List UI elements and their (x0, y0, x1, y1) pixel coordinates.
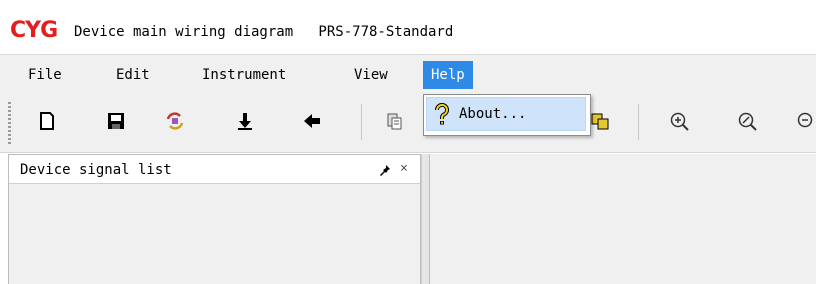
back-icon[interactable] (301, 110, 323, 132)
toolbar-separator (361, 104, 362, 140)
device-signal-panel: Device signal list × (8, 154, 421, 284)
zoom-in-icon[interactable] (668, 110, 690, 132)
help-menu-dropdown: About... (423, 94, 591, 136)
toolbar-grip[interactable] (8, 102, 11, 144)
about-label: About... (459, 106, 527, 122)
window-title: Device main wiring diagram PRS-778-Stand… (74, 24, 454, 40)
menu-help[interactable]: Help (423, 61, 473, 89)
refresh-icon[interactable] (164, 110, 186, 132)
app-logo: CYG (10, 18, 58, 43)
toolbar-separator (638, 104, 639, 140)
help-question-icon (433, 102, 451, 125)
zoom-out-icon[interactable] (736, 110, 758, 132)
pin-icon[interactable] (379, 164, 391, 176)
toolbar (0, 94, 816, 153)
paste-icon[interactable] (590, 110, 612, 132)
copy-icon[interactable] (383, 110, 405, 132)
new-file-icon[interactable] (36, 110, 58, 132)
panel-header: Device signal list × (9, 155, 420, 184)
close-icon[interactable]: × (400, 158, 408, 180)
menu-item-about[interactable]: About... (426, 97, 586, 131)
menu-view[interactable]: View (346, 61, 396, 89)
panel-splitter[interactable] (421, 154, 429, 284)
diagram-canvas[interactable] (429, 154, 816, 284)
menu-instrument[interactable]: Instrument (194, 61, 294, 89)
download-icon[interactable] (234, 110, 256, 132)
save-icon[interactable] (105, 110, 127, 132)
menu-edit[interactable]: Edit (108, 61, 158, 89)
panel-title: Device signal list (20, 162, 172, 178)
menu-bar: File Edit Instrument View Help (0, 54, 816, 95)
menu-file[interactable]: File (20, 61, 70, 89)
title-bar: CYG Device main wiring diagram PRS-778-S… (0, 0, 816, 54)
zoom-fit-icon[interactable] (795, 110, 816, 132)
